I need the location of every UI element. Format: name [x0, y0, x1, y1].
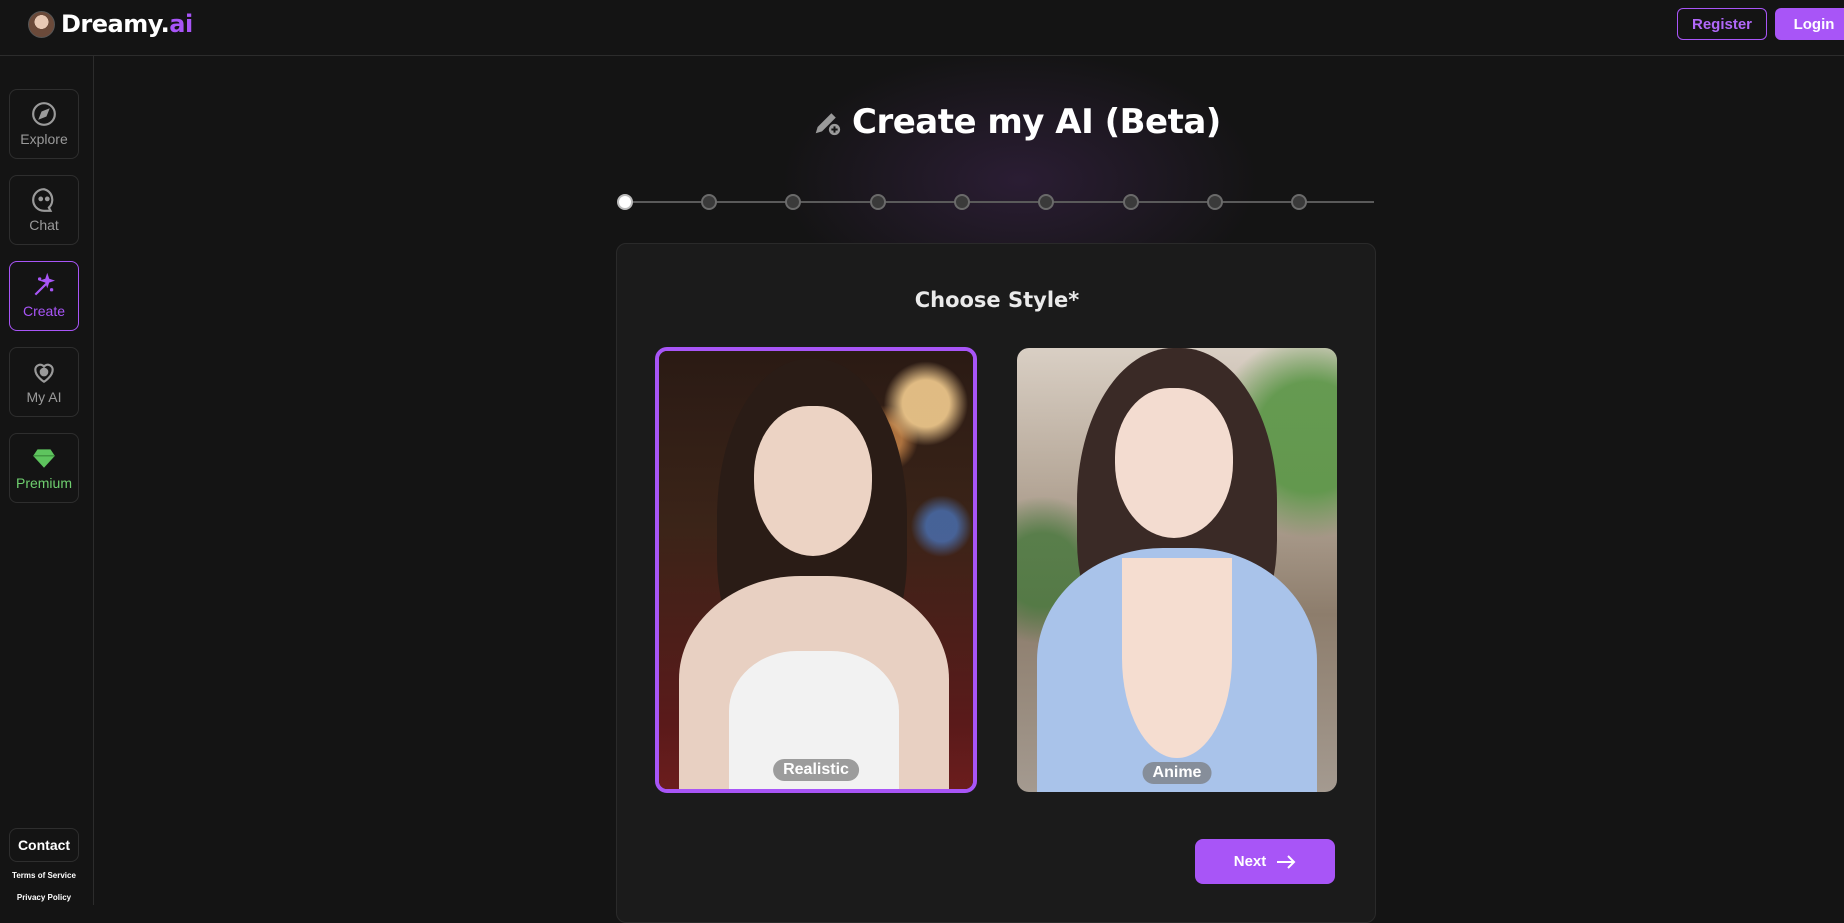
sidebar: Explore Chat Create My AI Premium Contac… [0, 56, 94, 905]
style-option-anime[interactable]: Anime [1017, 348, 1337, 792]
stepper-line [624, 201, 1374, 203]
heart-face-icon [34, 363, 54, 384]
sidebar-item-explore[interactable]: Explore [9, 89, 79, 159]
step-dot[interactable] [1291, 194, 1307, 210]
step-dot[interactable] [1207, 194, 1223, 210]
realistic-preview-image [659, 351, 973, 789]
logo-avatar [28, 10, 55, 38]
arrow-right-icon [1277, 854, 1296, 869]
sidebar-item-label: Create [22, 303, 66, 319]
style-option-label: Anime [1142, 762, 1212, 784]
style-option-label: Realistic [773, 759, 859, 781]
magic-wand-icon [34, 273, 56, 296]
sidebar-item-my-ai[interactable]: My AI [9, 347, 79, 417]
step-dot[interactable] [701, 194, 717, 210]
step-dot[interactable] [954, 194, 970, 210]
sidebar-item-label: Explore [20, 131, 68, 147]
face-shape [1115, 388, 1233, 538]
page-title: Create my AI (Beta) [812, 102, 1221, 142]
compass-icon [32, 102, 56, 126]
step-dot[interactable] [1123, 194, 1139, 210]
choose-style-heading: Choose Style* [914, 288, 1080, 312]
pencil-plus-icon [815, 113, 841, 136]
progress-stepper [617, 194, 1375, 210]
login-button[interactable]: Login [1775, 8, 1844, 40]
step-dot[interactable] [617, 194, 633, 210]
step-dot[interactable] [1038, 194, 1054, 210]
step-dot[interactable] [870, 194, 886, 210]
next-button[interactable]: Next [1195, 839, 1335, 884]
page-title-text: Create my AI (Beta) [852, 102, 1221, 142]
step-dot[interactable] [785, 194, 801, 210]
chat-bubble-icon [32, 188, 54, 212]
next-button-label: Next [1233, 853, 1267, 870]
style-option-realistic[interactable]: Realistic [655, 347, 977, 793]
sidebar-item-label: My AI [26, 389, 62, 405]
sidebar-item-premium[interactable]: Premium [9, 433, 79, 503]
face-shape [754, 406, 872, 556]
logo-text: Dreamy.ai [61, 10, 193, 38]
logo-text-accent: ai [169, 10, 193, 38]
logo[interactable]: Dreamy.ai [28, 10, 193, 38]
contact-button[interactable]: Contact [9, 828, 79, 862]
register-button[interactable]: Register [1677, 8, 1767, 40]
logo-text-main: Dreamy. [61, 10, 170, 38]
terms-of-service-link[interactable]: Terms of Service [0, 871, 88, 880]
sidebar-item-create[interactable]: Create [9, 261, 79, 331]
diamond-icon [33, 449, 55, 468]
anime-preview-image [1017, 348, 1337, 792]
style-card: Choose Style* Realistic Anime Next [616, 243, 1376, 923]
sidebar-item-chat[interactable]: Chat [9, 175, 79, 245]
sidebar-item-label: Chat [29, 217, 59, 233]
top-bar: Dreamy.ai Register Login [0, 0, 1844, 56]
neckline-shape [1122, 558, 1232, 758]
sidebar-item-label: Premium [15, 475, 72, 491]
privacy-policy-link[interactable]: Privacy Policy [0, 893, 88, 902]
